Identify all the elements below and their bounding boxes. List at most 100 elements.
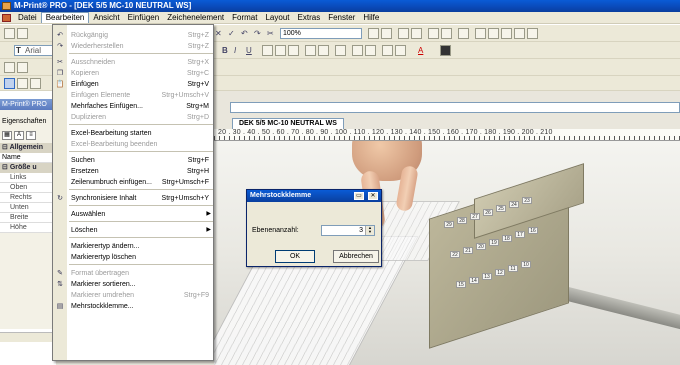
menu-item-shortcut: Strg+Umsch+Y bbox=[161, 195, 209, 202]
menu-fenster[interactable]: Fenster bbox=[324, 12, 359, 24]
options-icon[interactable] bbox=[527, 28, 538, 39]
level-count-stepper[interactable]: 3 ▲ ▼ bbox=[321, 225, 375, 236]
dialog-help-icon[interactable]: ▭ bbox=[354, 192, 364, 200]
application-window: M-Print® PRO - [DEK 5/5 MC-10 NEUTRAL WS… bbox=[0, 0, 680, 365]
property-name[interactable]: Name bbox=[0, 153, 56, 163]
tiles-icon[interactable] bbox=[458, 28, 469, 39]
group-general[interactable]: ⊟ Allgemein bbox=[0, 143, 56, 153]
menu-separator bbox=[69, 189, 213, 190]
menu-separator bbox=[69, 53, 213, 54]
ok-button[interactable]: OK bbox=[275, 250, 315, 263]
cancel-button[interactable]: Abbrechen bbox=[333, 250, 379, 263]
property-row[interactable]: Breite bbox=[0, 213, 56, 223]
layout-icon[interactable] bbox=[411, 28, 422, 39]
menu-format[interactable]: Format bbox=[228, 12, 261, 24]
menu-item-zeilenumbruch-einf-gen[interactable]: Zeilenumbruch einfügen... Strg+Umsch+F bbox=[53, 176, 215, 189]
menu-item-wiederherstellen[interactable]: ↷ Wiederherstellen Strg+Z bbox=[53, 40, 215, 53]
terminal-label: 26 bbox=[483, 209, 493, 216]
page-icon[interactable] bbox=[441, 28, 452, 39]
menu-item-mehrstockklemme[interactable]: ▤ Mehrstockklemme... bbox=[53, 300, 215, 313]
menu-layout[interactable]: Layout bbox=[261, 12, 293, 24]
pen-icon[interactable] bbox=[4, 62, 15, 73]
sort-toolbar-icon[interactable] bbox=[488, 28, 499, 39]
menu-item-duplizieren[interactable]: Duplizieren Strg+D bbox=[53, 111, 215, 124]
menu-item-l-schen[interactable]: Löschen ▶ bbox=[53, 224, 215, 237]
spin-arrows-icon[interactable]: ▲ ▼ bbox=[365, 226, 374, 235]
tab-document[interactable]: DEK 5/5 MC-10 NEUTRAL WS bbox=[232, 118, 344, 129]
menu-einf-gen[interactable]: Einfügen bbox=[124, 12, 164, 24]
image2-icon[interactable] bbox=[395, 45, 406, 56]
font-select[interactable]: T Arial bbox=[14, 45, 54, 56]
terminal-label: 19 bbox=[489, 239, 499, 246]
sort-az-icon[interactable]: A bbox=[14, 131, 24, 140]
property-row[interactable]: Höhe bbox=[0, 223, 56, 233]
frame-icon[interactable] bbox=[305, 45, 316, 56]
dollar-icon[interactable] bbox=[514, 28, 525, 39]
grid-icon[interactable] bbox=[398, 28, 409, 39]
menu-item-label: Auswählen bbox=[71, 211, 106, 218]
menu-item-ausw-hlen[interactable]: Auswählen ▶ bbox=[53, 208, 215, 221]
panel-scrollbar[interactable] bbox=[0, 332, 56, 342]
document-icon[interactable] bbox=[2, 14, 11, 22]
terminal-label: 14 bbox=[469, 277, 479, 284]
scissors-icon[interactable]: ✂ bbox=[267, 28, 274, 39]
menu-item-markierertyp-l-schen[interactable]: Markierertyp löschen bbox=[53, 251, 215, 264]
text-icon[interactable] bbox=[30, 78, 41, 89]
select-icon[interactable] bbox=[4, 78, 15, 89]
undo-toolbar-icon[interactable]: ↶ bbox=[241, 28, 248, 39]
menu-hilfe[interactable]: Hilfe bbox=[359, 12, 383, 24]
underline-icon[interactable]: U bbox=[246, 45, 252, 56]
menu-item-label: Wiederherstellen bbox=[71, 43, 124, 50]
property-row[interactable]: Unten bbox=[0, 203, 56, 213]
open-icon[interactable] bbox=[17, 28, 28, 39]
table2-icon[interactable] bbox=[365, 45, 376, 56]
menu-separator bbox=[69, 221, 213, 222]
panel-tools: ▦ A ≡ bbox=[2, 129, 52, 140]
line-icon[interactable] bbox=[17, 62, 28, 73]
property-row[interactable]: Rechts bbox=[0, 193, 56, 203]
property-row[interactable]: Links bbox=[0, 173, 56, 183]
align-right-icon[interactable] bbox=[288, 45, 299, 56]
ruler-ticks bbox=[214, 136, 680, 140]
check-icon[interactable]: ✓ bbox=[228, 28, 235, 39]
menu-zeichenelement[interactable]: Zeichenelement bbox=[163, 12, 228, 24]
font-color-icon[interactable]: A bbox=[418, 45, 423, 56]
menu-extras[interactable]: Extras bbox=[294, 12, 325, 24]
fill-color-icon[interactable] bbox=[440, 45, 451, 56]
italic-icon[interactable]: I bbox=[234, 45, 236, 56]
horizontal-ruler: 20 . 30 . 40 . 50 . 60 . 70 . 80 . 90 . … bbox=[214, 129, 680, 141]
rect-icon[interactable] bbox=[17, 78, 28, 89]
menu-item-label: Zeilenumbruch einfügen... bbox=[71, 179, 152, 186]
zoom-in-icon[interactable] bbox=[368, 28, 379, 39]
terminal-label: 27 bbox=[470, 213, 480, 220]
align-left-icon[interactable] bbox=[262, 45, 273, 56]
menu-datei[interactable]: Datei bbox=[14, 12, 41, 24]
bold-icon[interactable]: B bbox=[222, 45, 228, 56]
dialog-close-icon[interactable]: ✕ bbox=[368, 192, 378, 200]
print-icon[interactable] bbox=[475, 28, 486, 39]
filter-icon[interactable] bbox=[501, 28, 512, 39]
categorize-icon[interactable]: ▦ bbox=[2, 131, 12, 140]
zoom-select[interactable]: 100% bbox=[280, 28, 362, 39]
new-icon[interactable] bbox=[4, 28, 15, 39]
zoom-out-icon[interactable] bbox=[381, 28, 392, 39]
menu-item-excel-bearbeitung-beenden[interactable]: Excel-Bearbeitung beenden bbox=[53, 138, 215, 151]
terminal-label: 12 bbox=[495, 269, 505, 276]
frame2-icon[interactable] bbox=[318, 45, 329, 56]
properties-icon[interactable]: ≡ bbox=[26, 131, 36, 140]
terminal-label: 24 bbox=[509, 201, 519, 208]
menu-item-synchronisiere-inhalt[interactable]: ↻ Synchronisiere Inhalt Strg+Umsch+Y bbox=[53, 192, 215, 205]
property-row[interactable]: Oben bbox=[0, 183, 56, 193]
terminal-label: 29 bbox=[444, 221, 454, 228]
table-icon[interactable] bbox=[352, 45, 363, 56]
cut-toolbar-icon[interactable]: ✕ bbox=[215, 28, 222, 39]
group-size[interactable]: ⊟ Größe u bbox=[0, 163, 56, 173]
menu-bearbeiten[interactable]: Bearbeiten bbox=[40, 12, 90, 23]
view-icon[interactable] bbox=[428, 28, 439, 39]
image-icon[interactable] bbox=[382, 45, 393, 56]
box-icon[interactable] bbox=[335, 45, 346, 56]
menu-ansicht[interactable]: Ansicht bbox=[89, 12, 123, 24]
content-input[interactable] bbox=[230, 102, 680, 113]
redo-toolbar-icon[interactable]: ↷ bbox=[254, 28, 261, 39]
align-center-icon[interactable] bbox=[275, 45, 286, 56]
